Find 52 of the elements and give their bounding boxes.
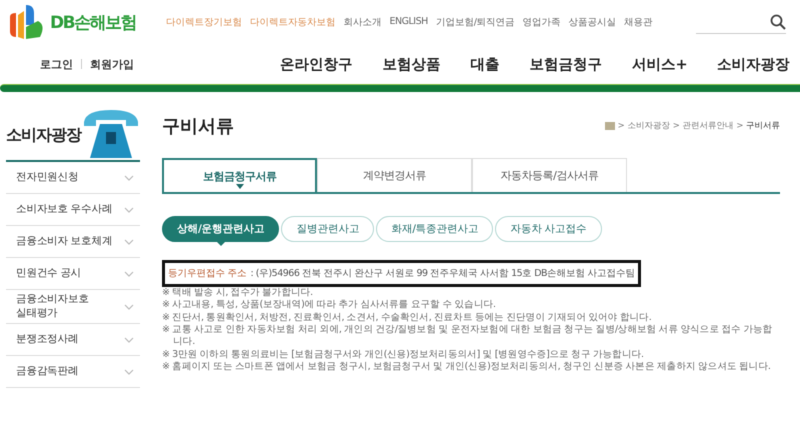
main-nav-item[interactable]: 대출 (470, 54, 500, 74)
sidebar-item[interactable]: 금융감독판례 (6, 356, 140, 388)
sidebar-item[interactable]: 금융소비자보호 실태평가 (6, 290, 140, 324)
breadcrumb-item[interactable]: 소비자광장 (627, 120, 670, 132)
chevron-down-icon (124, 206, 134, 212)
sidebar-item[interactable]: 금융소비자 보호체계 (6, 226, 140, 258)
note-text: ※ 3만원 이하의 통원의료비는 [보험금청구서와 개인(신용)정보처리동의서] 및 [병원영수증]으로 청구 가능합니다. (162, 348, 645, 362)
main-nav-item[interactable]: 온라인창구 (280, 54, 352, 74)
sidebar-item[interactable]: 민원건수 공시 (6, 258, 140, 290)
chevron-down-icon (124, 336, 134, 343)
sub-tab[interactable]: 자동차 사고접수 (495, 216, 602, 242)
utility-link[interactable]: 채용관 (624, 16, 652, 28)
breadcrumb-separator: > (736, 121, 743, 131)
account-link[interactable]: 회원가입 (90, 56, 134, 72)
main-nav-item[interactable]: 보험상품 (382, 54, 440, 74)
sidebar-item[interactable]: 소비자보호 우수사례 (6, 194, 140, 226)
sidebar-title: 소비자광장 (6, 125, 81, 146)
utility-link[interactable]: 상품공시실 (568, 16, 616, 28)
utility-link[interactable]: 기업보험/퇴직연금 (436, 16, 514, 28)
chevron-down-icon (124, 238, 134, 244)
chevron-down-icon (124, 270, 134, 276)
sidebar-item[interactable]: 전자민원신청 (6, 162, 140, 194)
note-text: ※ 진단서, 통원확인서, 처방전, 진료확인서, 소견서, 수술확인서, 진료차트 등에는 진단명이 기재되어 있어야 합니다. (162, 312, 652, 324)
address-text: : (우)54966 전북 전주시 완산구 서원로 99 전주우체국 사서함 15호 DB손해보험 사고접수팀 (250, 267, 636, 280)
breadcrumb-item[interactable]: 관련서류안내 (682, 120, 734, 132)
chevron-down-icon (124, 304, 134, 310)
utility-link[interactable]: ENGLISH (390, 16, 428, 28)
utility-link[interactable]: 영업가족 (522, 16, 560, 28)
main-nav-item[interactable]: 서비스+ (632, 54, 688, 74)
note-text: ※ 교통 사고로 인한 자동차보험 처리 외에, 개인의 건강/질병보험 및 운전자보험에 대한 보험금 청구는 질병/상해보험 서류 양식으로 접수 가능합니다. (162, 324, 774, 349)
telephone-icon (82, 108, 140, 160)
sidebar-item[interactable]: 분쟁조정사례 (6, 324, 140, 356)
tab[interactable]: 보험금청구서류 (162, 158, 317, 192)
note-text: ※ 홈페이지 또는 스마트폰 앱에서 보험금 청구시, 보험금청구서 및 개인(신용)정보처리동의서, 청구인 신분증 사본은 제출하지 않으셔도 됩니다. (162, 361, 772, 374)
main-nav-item[interactable]: 소비자광장 (717, 54, 790, 74)
chevron-down-icon (124, 174, 134, 180)
search-icon (770, 14, 786, 30)
note-text: ※ 사고내용, 특성, 상품(보장내역)에 따라 추가 심사서류를 요구할 수 있습니다. (162, 299, 497, 312)
sub-tab[interactable]: 질병관련사고 (281, 216, 374, 242)
note-text: ※ 택배 발송 시, 접수가 불가합니다. (162, 287, 314, 300)
breadcrumb-item[interactable]: 구비서류 (746, 120, 780, 132)
address-label: 등기우편접수 주소 (168, 267, 247, 280)
sub-tab[interactable]: 화재/특종관련사고 (376, 216, 494, 242)
tab[interactable]: 자동차등록/검사서류 (472, 158, 627, 192)
tab[interactable]: 계약변경서류 (317, 158, 472, 192)
account-link[interactable]: 로그인 (40, 56, 73, 72)
breadcrumb-separator: > (618, 121, 624, 131)
breadcrumb-separator: > (672, 121, 680, 131)
page-title: 구비서류 (162, 115, 234, 138)
utility-link[interactable]: 회사소개 (344, 16, 382, 28)
chevron-down-icon (124, 368, 134, 375)
main-nav-item[interactable]: 보험금청구 (530, 54, 602, 74)
